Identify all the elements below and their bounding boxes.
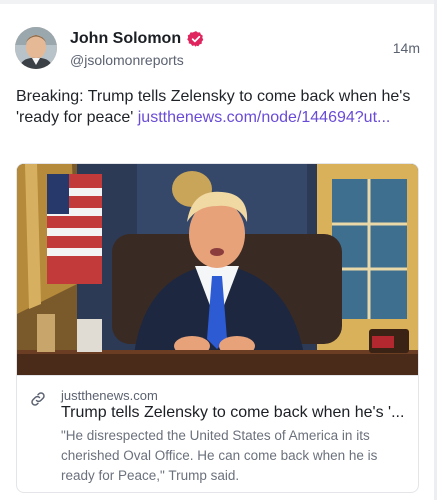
link-title[interactable]: Trump tells Zelensky to come back when h… xyxy=(61,404,406,422)
oval-office-photo xyxy=(17,164,418,375)
author-name-text: John Solomon xyxy=(70,30,182,47)
link-chain-icon xyxy=(31,392,45,406)
author-name[interactable]: John Solomon xyxy=(70,30,205,48)
link-description: "He disrespected the United States of Am… xyxy=(61,428,378,483)
post-timestamp[interactable]: 14m xyxy=(393,40,420,56)
author-handle[interactable]: @jsolomonreports xyxy=(70,52,184,68)
link-domain: justthenews.com xyxy=(61,388,158,403)
social-post: John Solomon @jsolomonreports 14m Breaki… xyxy=(0,0,437,500)
link-preview-meta: justthenews.com Trump tells Zelensky to … xyxy=(17,375,418,492)
link-preview-image xyxy=(17,164,418,375)
post-body: Breaking: Trump tells Zelensky to come b… xyxy=(16,86,416,128)
author-avatar[interactable] xyxy=(15,27,57,69)
top-divider xyxy=(0,0,437,4)
verified-badge-icon xyxy=(187,31,204,47)
avatar-image xyxy=(15,27,57,69)
link-preview-card[interactable]: justthenews.com Trump tells Zelensky to … xyxy=(16,163,419,493)
post-link[interactable]: justthenews.com/node/144694?ut... xyxy=(138,109,391,126)
